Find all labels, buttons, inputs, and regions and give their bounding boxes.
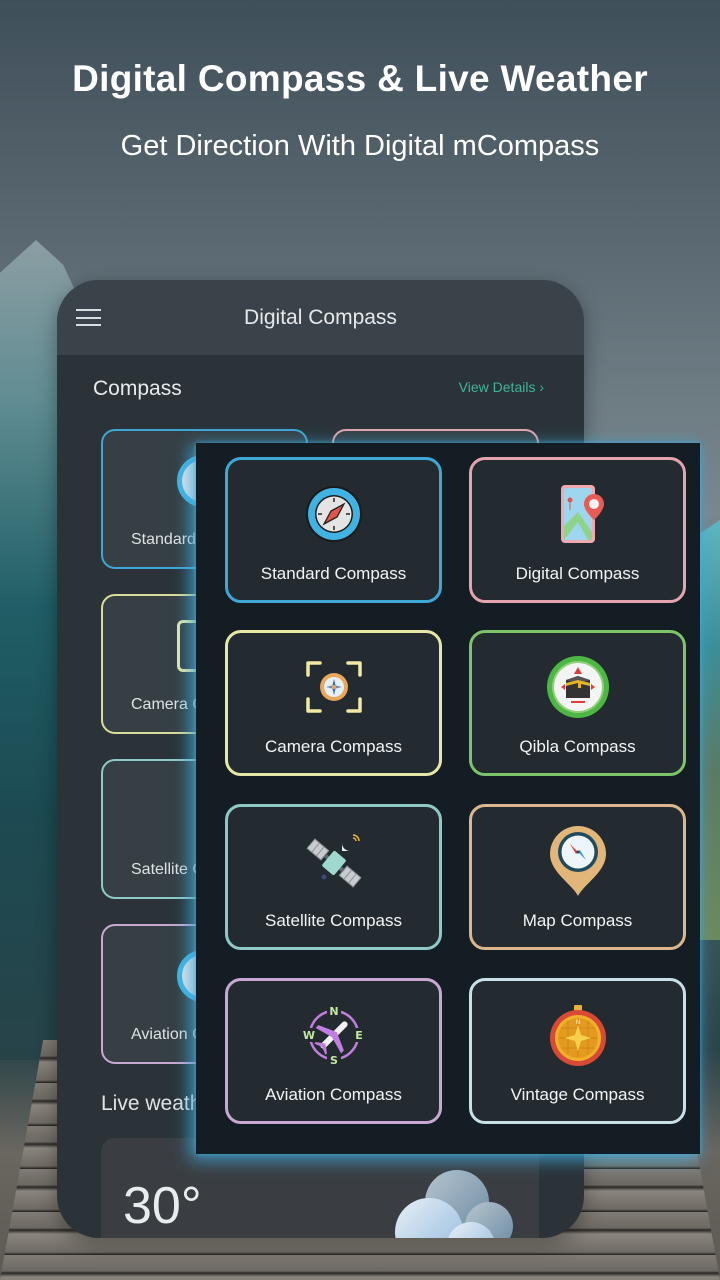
card-standard-compass[interactable]: Standard Compass [225,457,442,603]
card-map-compass[interactable]: Map Compass [469,804,686,950]
svg-text:W: W [302,1029,314,1042]
temperature: 30° [123,1177,202,1235]
card-label: Aviation Compass [265,1085,402,1104]
card-label: Satellite Compass [264,911,402,930]
card-camera-compass[interactable]: Camera Compass [225,630,442,776]
camera-compass-icon [302,655,366,719]
hero-subtitle: Get Direction With Digital mCompass [120,130,600,162]
hero-title: Digital Compass & Live Weather [72,58,648,99]
card-label: Digital Compass [515,564,640,583]
phone-map-pin-icon [546,482,610,546]
card-label: Qibla Compass [519,737,636,756]
compass-icon [302,482,366,546]
airplane-compass-icon: N S W E [302,1003,366,1067]
card-label: Vintage Compass [510,1085,645,1104]
map-pin-compass-icon [546,826,610,896]
compass-section-header: Compass View Details › [57,355,584,425]
compass-types-panel: Standard Compass Digital Compass Camera … [196,443,700,1154]
cloud-icon [395,1170,513,1238]
card-vintage-compass[interactable]: N Vintage Compass [469,978,686,1124]
card-label: Camera Compass [265,737,402,756]
kaaba-compass-icon [546,655,610,719]
card-qibla-compass[interactable]: Qibla Compass [469,630,686,776]
app-bar: Digital Compass [57,280,584,355]
section-title: Compass [93,377,182,400]
svg-text:N: N [575,1019,580,1026]
svg-text:E: E [355,1029,363,1042]
card-label: Standard Compass [260,564,407,583]
card-digital-compass[interactable]: Digital Compass [469,457,686,603]
svg-text:N: N [329,1005,338,1018]
vintage-compass-icon: N [546,1003,610,1067]
card-label: Map Compass [522,911,633,930]
card-aviation-compass[interactable]: N S W E Aviation Compass [225,978,442,1124]
svg-text:S: S [330,1054,338,1067]
card-satellite-compass[interactable]: Satellite Compass [225,804,442,950]
view-details-link[interactable]: View Details › [459,379,544,395]
satellite-icon [302,829,366,893]
app-title: Digital Compass [244,306,397,329]
